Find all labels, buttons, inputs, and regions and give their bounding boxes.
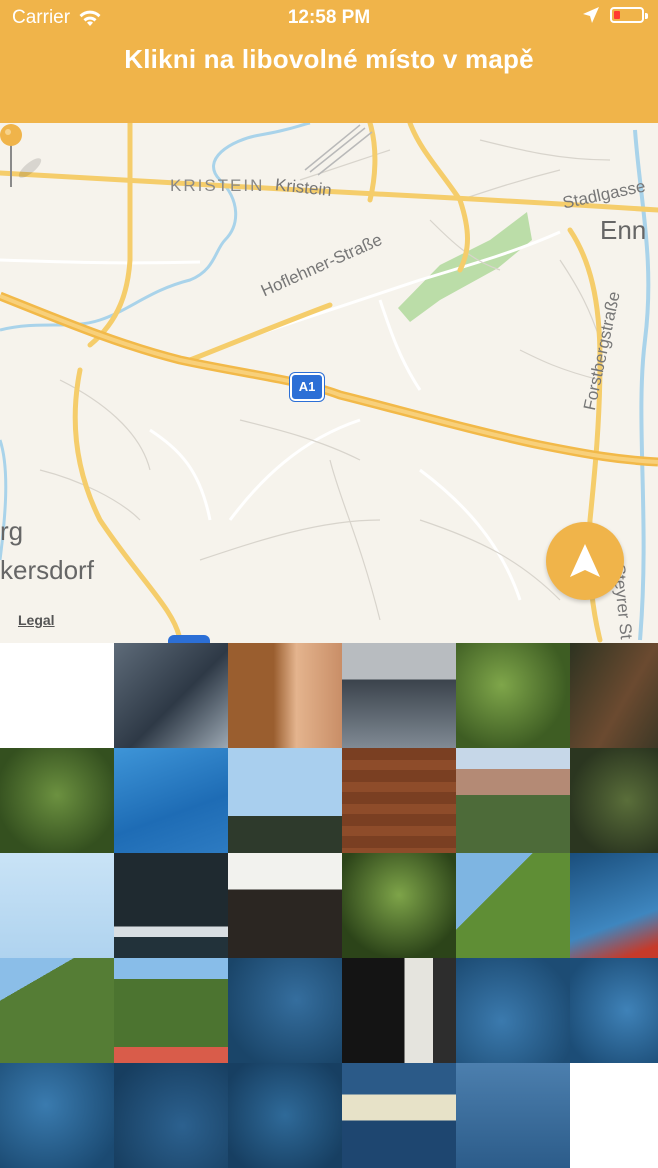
tile-leaves-2[interactable] xyxy=(0,748,114,853)
tile-sky-trees[interactable] xyxy=(228,748,342,853)
navigation-header: Carrier 12:58 PM Klikni na libovolné mís… xyxy=(0,0,658,123)
tile-water-2[interactable] xyxy=(456,958,570,1063)
map-pin-icon[interactable] xyxy=(0,123,60,193)
tile-tree-sky[interactable] xyxy=(456,853,570,958)
highway-shield-a1: A1 xyxy=(290,373,324,401)
tile-fern[interactable] xyxy=(342,853,456,958)
location-arrow-icon xyxy=(583,7,599,23)
tile-water-3[interactable] xyxy=(570,958,658,1063)
puzzle-grid xyxy=(0,643,658,1168)
map-label-partial-rg: rg xyxy=(0,516,24,546)
tile-tree-2[interactable] xyxy=(0,958,114,1063)
tile-water-4[interactable] xyxy=(0,1063,114,1168)
tile-water-6[interactable] xyxy=(228,1063,342,1168)
status-right xyxy=(582,6,648,24)
tile-water-5[interactable] xyxy=(114,1063,228,1168)
tile-wood[interactable] xyxy=(342,748,456,853)
battery-icon xyxy=(610,7,648,23)
tile-umbrella[interactable] xyxy=(228,853,342,958)
tile-water[interactable] xyxy=(228,958,342,1063)
map-label-kristein-district: KRISTEIN xyxy=(170,176,265,195)
tile-dark-door[interactable] xyxy=(342,958,456,1063)
page-title: Klikni na libovolné místo v mapě xyxy=(124,44,534,74)
tile-empty-2[interactable] xyxy=(570,1063,658,1168)
status-time: 12:58 PM xyxy=(287,7,371,28)
tile-blue-cloth[interactable] xyxy=(114,748,228,853)
tile-water-red[interactable] xyxy=(570,853,658,958)
tile-flags[interactable] xyxy=(114,853,228,958)
map-label-kersdorf: kersdorf xyxy=(0,555,94,585)
navigation-arrow-icon xyxy=(570,544,600,577)
tile-empty[interactable] xyxy=(0,643,114,748)
tile-blur-boat[interactable] xyxy=(342,1063,456,1168)
tile-railing[interactable] xyxy=(342,643,456,748)
current-location-button[interactable] xyxy=(546,522,624,600)
legal-link[interactable]: Legal xyxy=(18,612,55,628)
tile-arm[interactable] xyxy=(228,643,342,748)
tile-leaves[interactable] xyxy=(456,643,570,748)
map-label-enns: Enn xyxy=(600,215,647,245)
tile-tree-umbrella[interactable] xyxy=(114,958,228,1063)
tile-blur-green[interactable] xyxy=(570,748,658,853)
status-bar: Carrier 12:58 PM xyxy=(0,0,658,36)
map-view[interactable]: KRISTEIN Kristein Stadlgasse Enn Hoflehn… xyxy=(0,123,658,643)
tile-pool-number[interactable] xyxy=(114,643,228,748)
tile-house[interactable] xyxy=(456,748,570,853)
map-route-marker xyxy=(168,635,210,643)
tile-water-blur[interactable] xyxy=(456,1063,570,1168)
tile-sky[interactable] xyxy=(0,853,114,958)
tile-dark-wood[interactable] xyxy=(570,643,658,748)
